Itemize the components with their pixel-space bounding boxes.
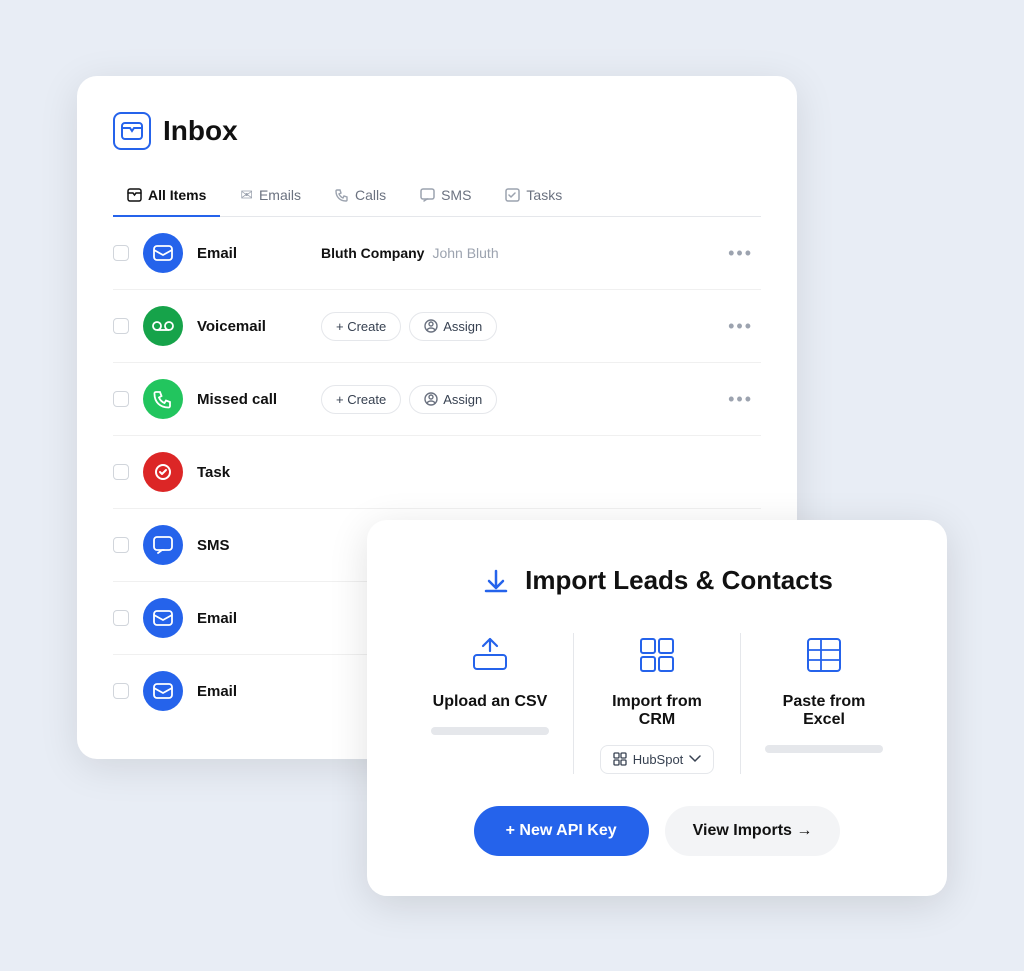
table-row: Email Bluth Company John Bluth ••• xyxy=(113,217,761,290)
assign-button[interactable]: Assign xyxy=(409,312,497,341)
import-card: Import Leads & Contacts Upload an CSV Im… xyxy=(367,520,947,896)
tab-bar: All Items ✉ Emails Calls SMS xyxy=(113,178,761,218)
item-meta: Bluth Company John Bluth xyxy=(321,245,706,261)
item-type-label: Email xyxy=(197,683,307,700)
import-crm-label: Import from CRM xyxy=(598,693,716,729)
item-type-label: Email xyxy=(197,245,307,262)
view-imports-button[interactable]: View Imports → xyxy=(665,806,841,856)
item-type-label: Missed call xyxy=(197,391,307,408)
row-checkbox-7[interactable] xyxy=(113,683,129,699)
more-options-button[interactable]: ••• xyxy=(720,239,761,268)
tab-sms-label: SMS xyxy=(441,187,471,203)
tab-tasks[interactable]: Tasks xyxy=(491,178,576,217)
item-meta: + Create Assign xyxy=(321,385,706,414)
row-checkbox-3[interactable] xyxy=(113,391,129,407)
avatar xyxy=(143,379,183,419)
tab-emails-label: Emails xyxy=(259,187,301,203)
import-title: Import Leads & Contacts xyxy=(525,565,833,596)
create-button[interactable]: + Create xyxy=(321,385,401,414)
sms-tab-icon xyxy=(420,186,435,203)
tab-emails[interactable]: ✉ Emails xyxy=(226,178,315,218)
more-options-button[interactable]: ••• xyxy=(720,312,761,341)
import-footer: + New API Key View Imports → xyxy=(407,806,907,856)
item-type-label: Voicemail xyxy=(197,318,307,335)
action-pills: + Create Assign xyxy=(321,385,497,414)
action-pills: + Create Assign xyxy=(321,312,497,341)
paste-excel-option[interactable]: Paste from Excel xyxy=(741,633,907,774)
avatar xyxy=(143,671,183,711)
create-button[interactable]: + Create xyxy=(321,312,401,341)
email-tab-icon: ✉ xyxy=(240,186,253,204)
upload-csv-label: Upload an CSV xyxy=(433,693,548,711)
item-type-label: Task xyxy=(197,464,307,481)
paste-excel-label: Paste from Excel xyxy=(765,693,883,729)
import-options: Upload an CSV Import from CRM HubSpot xyxy=(407,633,907,774)
more-options-button[interactable]: ••• xyxy=(720,385,761,414)
new-api-key-button[interactable]: + New API Key xyxy=(474,806,649,856)
inbox-icon xyxy=(113,112,151,150)
row-checkbox-4[interactable] xyxy=(113,464,129,480)
avatar xyxy=(143,598,183,638)
table-row: Missed call + Create Assign ••• xyxy=(113,363,761,436)
download-icon xyxy=(481,564,511,597)
tab-calls-label: Calls xyxy=(355,187,386,203)
item-type-label: SMS xyxy=(197,537,307,554)
row-checkbox-1[interactable] xyxy=(113,245,129,261)
tab-all-items[interactable]: All Items xyxy=(113,178,220,217)
scene: Inbox All Items ✉ Emails Calls xyxy=(77,76,947,896)
avatar xyxy=(143,233,183,273)
assign-button[interactable]: Assign xyxy=(409,385,497,414)
inbox-header: Inbox xyxy=(113,112,761,150)
contact-name: John Bluth xyxy=(432,245,498,261)
paste-excel-bar xyxy=(765,745,883,753)
avatar xyxy=(143,525,183,565)
row-checkbox-6[interactable] xyxy=(113,610,129,626)
calls-tab-icon xyxy=(335,186,349,203)
row-checkbox-5[interactable] xyxy=(113,537,129,553)
avatar xyxy=(143,452,183,492)
crm-select[interactable]: HubSpot xyxy=(600,745,715,774)
tab-sms[interactable]: SMS xyxy=(406,178,485,217)
table-row: Task xyxy=(113,436,761,509)
tab-all-items-label: All Items xyxy=(148,187,206,203)
upload-icon xyxy=(468,633,512,677)
company-name: Bluth Company xyxy=(321,245,424,261)
crm-select-value: HubSpot xyxy=(633,752,684,767)
inbox-tab-icon xyxy=(127,186,142,203)
assign-label: Assign xyxy=(443,392,482,407)
table-row: Voicemail + Create Assign ••• xyxy=(113,290,761,363)
table-icon xyxy=(802,633,846,677)
tasks-tab-icon xyxy=(505,186,520,203)
assign-label: Assign xyxy=(443,319,482,334)
item-type-label: Email xyxy=(197,610,307,627)
row-checkbox-2[interactable] xyxy=(113,318,129,334)
avatar xyxy=(143,306,183,346)
import-header: Import Leads & Contacts xyxy=(407,564,907,597)
inbox-title: Inbox xyxy=(163,115,238,147)
upload-csv-bar xyxy=(431,727,549,735)
item-meta: + Create Assign xyxy=(321,312,706,341)
tab-calls[interactable]: Calls xyxy=(321,178,400,217)
tab-tasks-label: Tasks xyxy=(526,187,562,203)
import-crm-option[interactable]: Import from CRM HubSpot xyxy=(574,633,741,774)
grid-icon xyxy=(635,633,679,677)
upload-csv-option[interactable]: Upload an CSV xyxy=(407,633,574,774)
